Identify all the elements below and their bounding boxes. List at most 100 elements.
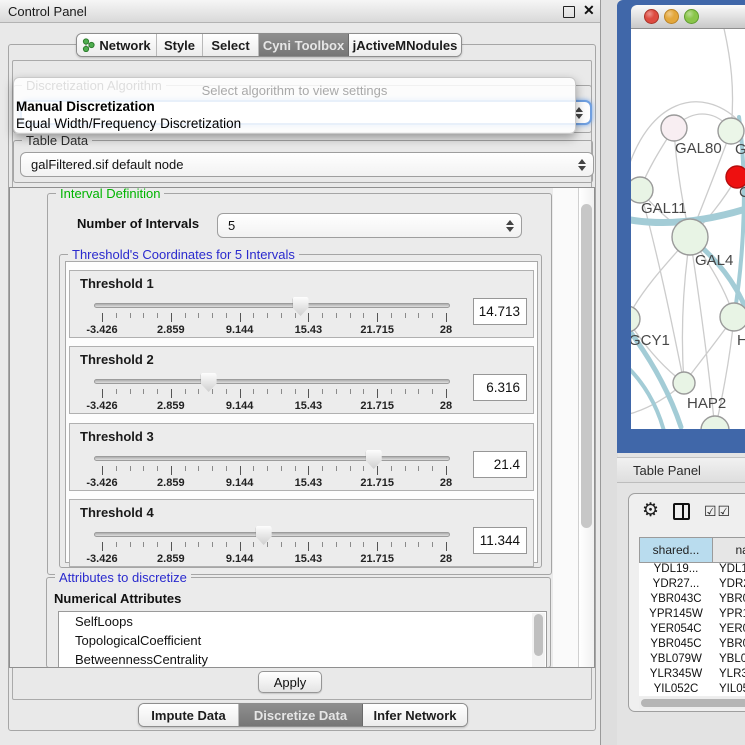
table-hscrollbar[interactable]: [639, 697, 745, 709]
network-node[interactable]: [672, 219, 708, 255]
node-label: H: [737, 332, 745, 349]
table-data-title: Table Data: [22, 133, 92, 148]
cell-name: YLR345W: [713, 668, 745, 683]
tick-label: -3.426: [72, 477, 132, 489]
network-node[interactable]: [661, 115, 687, 141]
network-node[interactable]: [701, 416, 729, 429]
major-tick: [102, 466, 103, 475]
minor-tick: [322, 466, 323, 471]
close-icon[interactable]: ✕: [583, 2, 595, 19]
minor-tick: [116, 542, 117, 547]
tick-label: 2.859: [141, 553, 201, 565]
scrollbar-thumb[interactable]: [581, 204, 592, 528]
table-row[interactable]: YDL19...YDL19: [639, 563, 745, 578]
network-window-titlebar[interactable]: [631, 5, 745, 29]
panel-divider[interactable]: [601, 0, 618, 745]
threshold-slider[interactable]: -3.4262.8599.14415.4321.71528: [94, 373, 460, 413]
slider-handle[interactable]: [256, 526, 272, 545]
table-row[interactable]: YBR045CYBR045C: [639, 638, 745, 653]
threshold-slider[interactable]: -3.4262.8599.14415.4321.71528: [94, 526, 460, 566]
threshold-value-field[interactable]: 6.316: [473, 374, 527, 401]
minor-tick: [363, 313, 364, 318]
tab-impute-data[interactable]: Impute Data: [139, 704, 239, 726]
threshold-slider[interactable]: -3.4262.8599.14415.4321.71528: [94, 297, 460, 337]
attribute-item[interactable]: TopologicalCoefficient: [59, 631, 546, 650]
slider-track[interactable]: [94, 303, 450, 308]
slider-handle[interactable]: [366, 450, 382, 469]
gear-icon[interactable]: ⚙: [642, 502, 659, 520]
slider-track[interactable]: [94, 456, 450, 461]
table-row[interactable]: YDR27...YDR27: [639, 578, 745, 593]
major-tick: [240, 389, 241, 398]
scrollbar-thumb[interactable]: [641, 699, 745, 707]
minor-tick: [432, 313, 433, 318]
cell-name: YIL052C: [713, 683, 745, 696]
table-row[interactable]: YIL052CYIL052C: [639, 683, 745, 696]
column-header-1[interactable]: name: [713, 537, 745, 563]
apply-button[interactable]: Apply: [258, 671, 322, 693]
threshold-value-field[interactable]: 11.344: [473, 527, 527, 554]
close-window-icon[interactable]: [644, 9, 659, 24]
minor-tick: [281, 542, 282, 547]
minor-tick: [157, 313, 158, 318]
network-node[interactable]: [673, 372, 695, 394]
tab-infer-network[interactable]: Infer Network: [363, 704, 467, 726]
table-row[interactable]: YBL079WYBL079W: [639, 653, 745, 668]
numerical-attributes-list[interactable]: SelfLoopsTopologicalCoefficientBetweenne…: [58, 611, 547, 668]
major-tick: [308, 313, 309, 322]
zoom-window-icon[interactable]: [684, 9, 699, 24]
cell-name: YBL079W: [713, 653, 745, 668]
algorithm-option-manual[interactable]: Manual Discretization: [16, 99, 571, 114]
columns-icon[interactable]: [673, 503, 690, 520]
threshold-slider[interactable]: -3.4262.8599.14415.4321.71528: [94, 450, 460, 490]
threshold-value-field[interactable]: 21.4: [473, 451, 527, 478]
tick-label: 15.43: [278, 400, 338, 412]
network-node[interactable]: [720, 303, 745, 331]
tab-jactivemnodules[interactable]: jActiveMNodules: [349, 34, 461, 56]
number-of-intervals-combobox[interactable]: 5: [217, 213, 522, 238]
attribute-item[interactable]: BetweennessCentrality: [59, 650, 546, 668]
table-row[interactable]: YLR345WYLR345W: [639, 668, 745, 683]
minor-tick: [267, 466, 268, 471]
slider-track[interactable]: [94, 379, 450, 384]
tab-label: Select: [211, 38, 249, 53]
minor-tick: [226, 466, 227, 471]
column-header-0[interactable]: shared...: [639, 537, 713, 563]
tab-cyni-toolbox[interactable]: Cyni Toolbox: [259, 34, 349, 56]
major-tick: [377, 313, 378, 322]
tick-label: 15.43: [278, 553, 338, 565]
tab-select[interactable]: Select: [203, 34, 259, 56]
tab-discretize-data[interactable]: Discretize Data: [239, 704, 363, 726]
float-window-icon[interactable]: [563, 6, 575, 18]
algorithm-prompt-option[interactable]: Select algorithm to view settings: [14, 83, 575, 98]
minimize-window-icon[interactable]: [664, 9, 679, 24]
tab-network[interactable]: Network: [77, 34, 157, 56]
slider-handle[interactable]: [201, 373, 217, 392]
tick-label: 15.43: [278, 477, 338, 489]
minor-tick: [185, 542, 186, 547]
tick-label: -3.426: [72, 324, 132, 336]
table-row[interactable]: YPR145WYPR145W: [639, 608, 745, 623]
threshold-value-field[interactable]: 14.713: [473, 298, 527, 325]
table-data-combobox[interactable]: galFiltered.sif default node: [20, 152, 594, 177]
tab-label: Infer Network: [373, 708, 456, 723]
cell-name: YDR27: [713, 578, 745, 593]
attributes-scrollbar[interactable]: [532, 613, 545, 668]
minor-tick: [432, 466, 433, 471]
tab-label: Cyni Toolbox: [263, 38, 344, 53]
minor-tick: [130, 313, 131, 318]
cell-name: YBR043C: [713, 593, 745, 608]
table-row[interactable]: YER054CYER054C: [639, 623, 745, 638]
slider-track[interactable]: [94, 532, 450, 537]
tab-style[interactable]: Style: [157, 34, 203, 56]
algorithm-option-equal-width[interactable]: Equal Width/Frequency Discretization: [16, 116, 571, 131]
network-node[interactable]: [631, 306, 640, 332]
number-of-intervals-value: 5: [228, 218, 235, 233]
network-view[interactable]: GAL80GACGAL11GAL4GCY1HHAP2: [631, 29, 745, 429]
settings-scrollbar[interactable]: [578, 188, 595, 668]
select-checkboxes-icon[interactable]: ☑☑: [704, 503, 731, 520]
scrollbar-thumb[interactable]: [534, 614, 543, 656]
table-row[interactable]: YBR043CYBR043C: [639, 593, 745, 608]
attribute-item[interactable]: SelfLoops: [59, 612, 546, 631]
tick-label: -3.426: [72, 553, 132, 565]
